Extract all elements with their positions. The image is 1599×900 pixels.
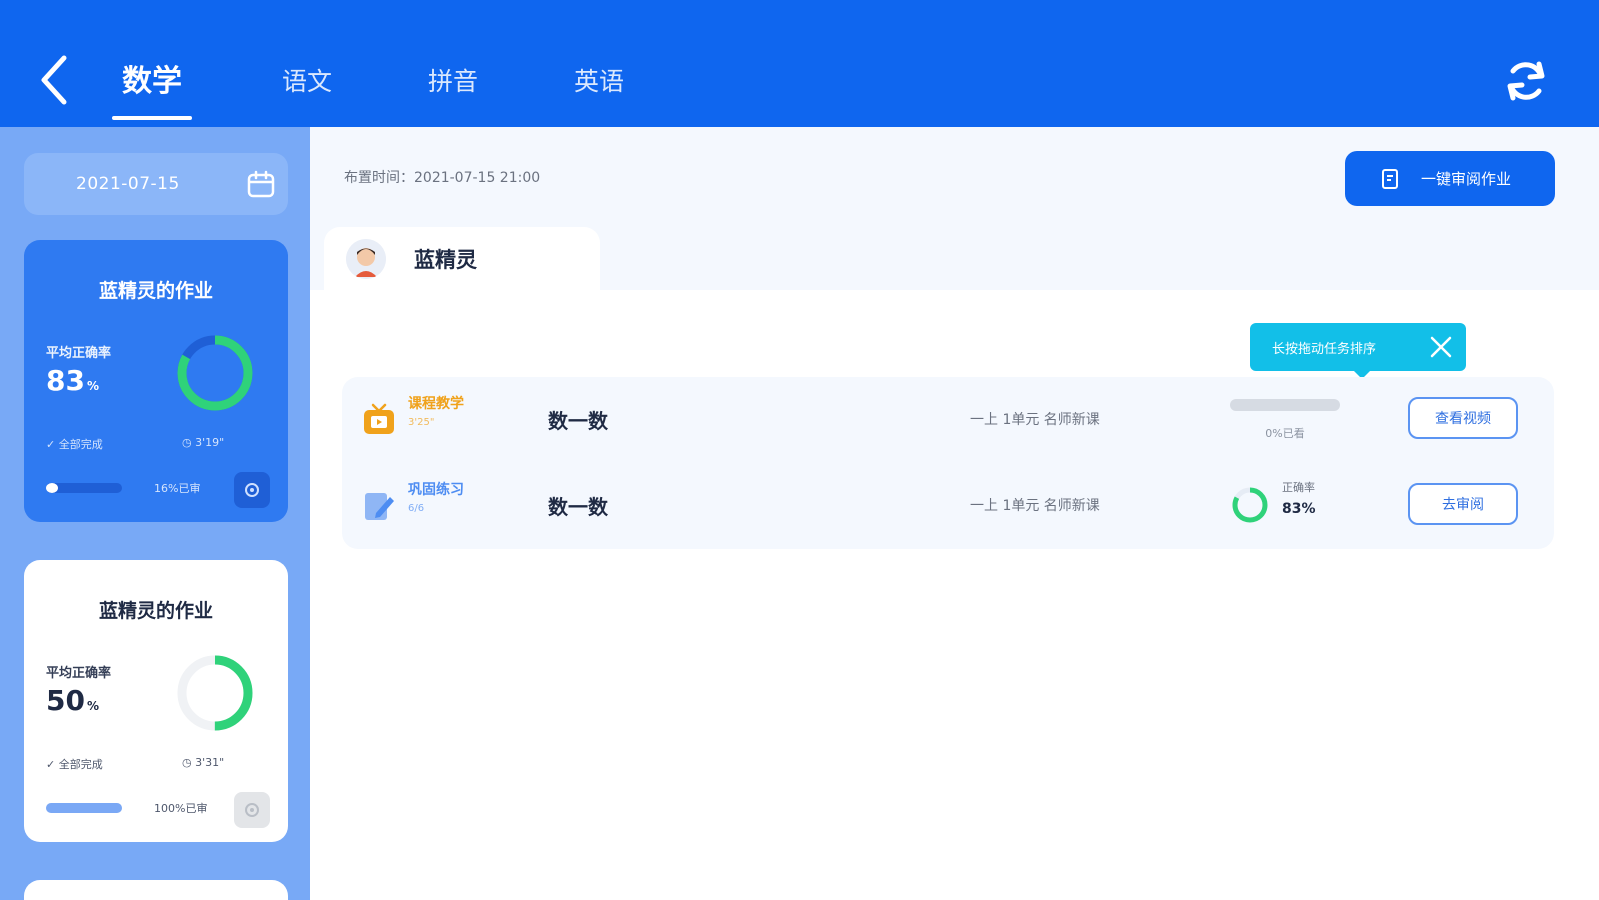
date-text: 2021-07-15 — [76, 174, 180, 194]
progress-text: 100%已审 — [154, 802, 208, 815]
homework-card-3[interactable] — [24, 880, 288, 900]
subject-tabs: 数学 语文 拼音 英语 — [108, 58, 634, 122]
task-duration: 3'25" — [408, 417, 435, 428]
tab-math[interactable]: 数学 — [108, 58, 196, 120]
video-icon — [364, 403, 394, 434]
accuracy-mini-donut — [1232, 487, 1268, 523]
task-count: 6/6 — [408, 503, 425, 514]
refresh-icon — [1507, 61, 1545, 101]
drag-sort-tooltip: 长按拖动任务排序 — [1250, 323, 1466, 379]
progress-track — [1230, 399, 1340, 411]
task-unit: 一上 1单元 名师新课 — [970, 498, 1100, 514]
card-meta: ✓ 全部完成 ◷ 3'19" — [46, 436, 266, 456]
card-title: 蓝精灵的作业 — [98, 280, 213, 302]
card-meta: ✓ 全部完成 ◷ 3'31" — [46, 756, 266, 776]
progress-track — [46, 483, 122, 493]
done-status: ✓ 全部完成 — [46, 758, 103, 771]
exercise-icon — [365, 493, 394, 520]
gear-icon — [245, 803, 259, 817]
view-video-button[interactable]: 查看视频 — [1408, 397, 1518, 439]
progress-track — [46, 803, 122, 813]
accuracy-value: 83% — [46, 364, 99, 397]
student-tab[interactable]: 蓝精灵 — [324, 227, 600, 291]
assign-time: 布置时间：2021-07-15 21:00 — [344, 170, 541, 186]
progress-text: 16%已审 — [154, 482, 201, 495]
tab-pinyin[interactable]: 拼音 — [418, 58, 488, 106]
gear-icon — [245, 483, 259, 497]
task-type: 课程教学 — [408, 396, 464, 412]
review-all-label: 一键审阅作业 — [1421, 170, 1512, 188]
task-row[interactable]: 巩固练习 6/6 数一数 一上 1单元 名师新课 正确率 83% 去审阅 — [342, 463, 1554, 549]
back-button[interactable] — [34, 52, 74, 108]
tooltip-text: 长按拖动任务排序 — [1272, 341, 1377, 357]
tab-english[interactable]: 英语 — [564, 58, 634, 106]
progress-indicator — [46, 483, 58, 493]
main-header: 布置时间：2021-07-15 21:00 一键审阅作业 蓝精灵 — [310, 127, 1599, 291]
chevron-left-icon — [41, 55, 67, 105]
calendar-icon — [247, 170, 275, 198]
document-icon — [1382, 168, 1398, 189]
task-name: 数一数 — [548, 495, 608, 519]
sidebar: 2021-07-15 蓝精灵的作业 平均正确率 83% ✓ 全部完成 ◷ 3'1… — [0, 127, 310, 900]
accuracy-value: 83% — [1282, 501, 1316, 517]
refresh-button[interactable] — [1501, 56, 1551, 106]
accuracy-donut — [177, 655, 253, 731]
avatar — [346, 239, 386, 279]
accuracy-label: 正确率 — [1282, 481, 1315, 494]
tab-chinese[interactable]: 语文 — [272, 58, 342, 106]
accuracy-donut — [177, 335, 253, 411]
task-unit: 一上 1单元 名师新课 — [970, 412, 1100, 428]
student-name: 蓝精灵 — [414, 248, 477, 272]
time-spent: ◷ 3'31" — [182, 756, 225, 769]
task-type: 巩固练习 — [408, 482, 464, 498]
card-settings-button[interactable] — [234, 472, 270, 508]
accuracy-value: 50% — [46, 684, 99, 717]
homework-card-1[interactable]: 蓝精灵的作业 平均正确率 83% ✓ 全部完成 ◷ 3'19" 16%已审 — [24, 240, 288, 522]
homework-card-2[interactable]: 蓝精灵的作业 平均正确率 50% ✓ 全部完成 ◷ 3'31" 100%已审 — [24, 560, 288, 842]
watch-progress: 0%已看 — [1230, 399, 1340, 449]
close-icon[interactable] — [1428, 334, 1454, 360]
date-picker[interactable]: 2021-07-15 — [24, 153, 288, 215]
done-status: ✓ 全部完成 — [46, 438, 103, 451]
time-spent: ◷ 3'19" — [182, 436, 225, 449]
top-bar: 数学 语文 拼音 英语 — [0, 0, 1599, 127]
task-row[interactable]: 课程教学 3'25" 数一数 一上 1单元 名师新课 0%已看 查看视频 — [342, 377, 1554, 463]
review-all-button[interactable]: 一键审阅作业 — [1345, 151, 1555, 206]
review-progress: 100%已审 — [46, 792, 276, 828]
card-title: 蓝精灵的作业 — [98, 600, 213, 622]
accuracy-label: 平均正确率 — [46, 666, 112, 681]
review-button[interactable]: 去审阅 — [1408, 483, 1518, 525]
card-settings-button[interactable] — [234, 792, 270, 828]
accuracy-label: 平均正确率 — [46, 346, 112, 361]
progress-fill — [46, 803, 122, 813]
progress-text: 0%已看 — [1265, 427, 1305, 440]
main-content: 布置时间：2021-07-15 21:00 一键审阅作业 蓝精灵 长按拖动任务排… — [310, 127, 1599, 900]
review-progress: 16%已审 — [46, 472, 276, 508]
task-list: 课程教学 3'25" 数一数 一上 1单元 名师新课 0%已看 查看视频 巩固练… — [342, 377, 1554, 549]
task-name: 数一数 — [548, 409, 608, 433]
